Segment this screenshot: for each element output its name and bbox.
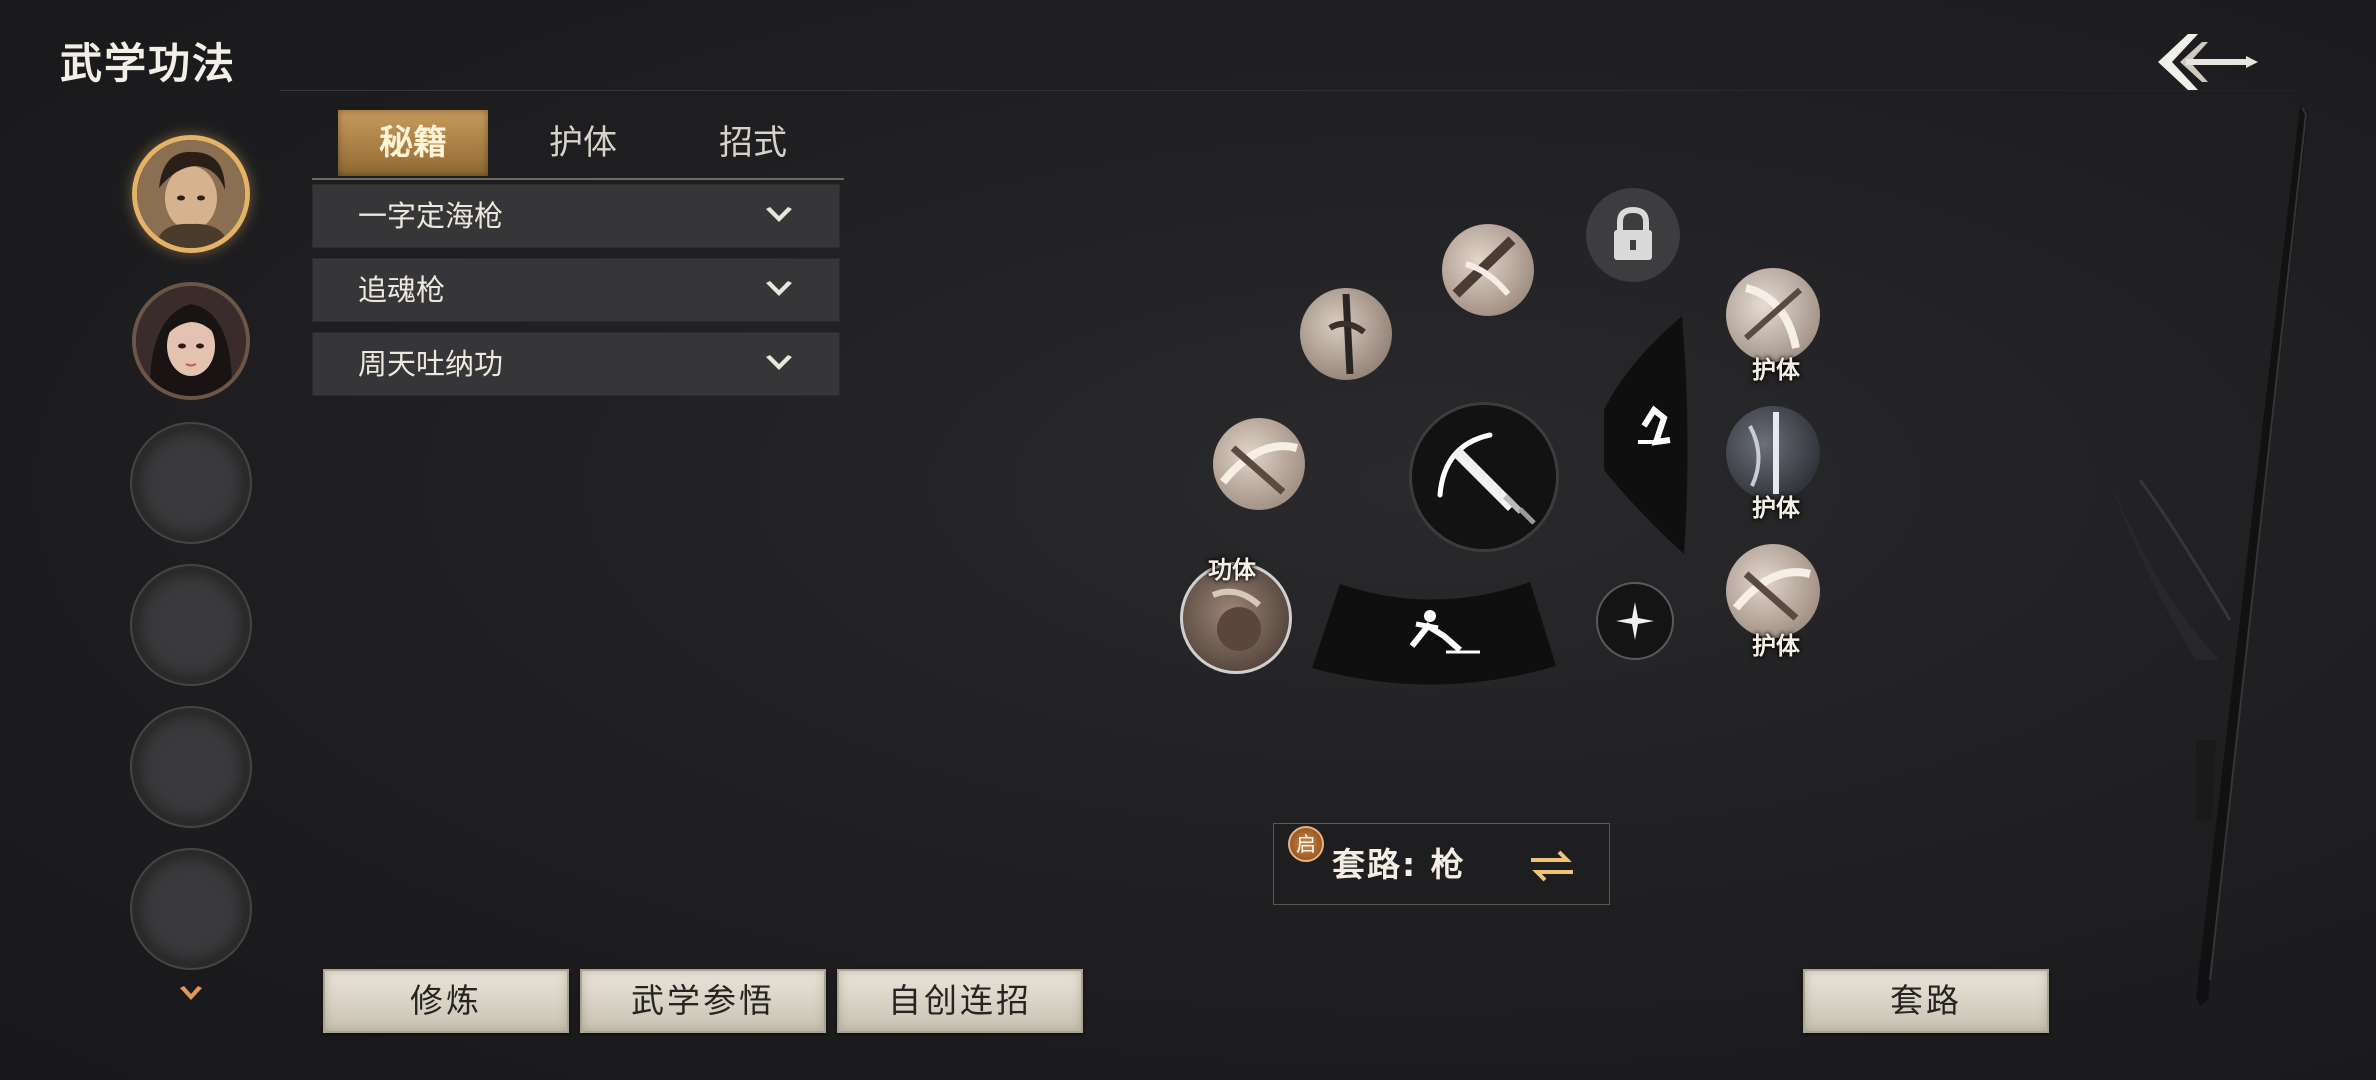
list-item-label: 一字定海枪: [358, 199, 504, 233]
tab-secret-manuals[interactable]: 秘籍: [338, 110, 488, 176]
lock-icon: [1614, 206, 1652, 260]
sword-icon: [1437, 432, 1536, 525]
skill-orb[interactable]: [1442, 224, 1534, 316]
skill-orb[interactable]: [1300, 288, 1392, 380]
routine-text: 套路: 枪: [1332, 845, 1466, 884]
list-item[interactable]: 追魂枪: [312, 258, 840, 322]
character-slot-3-empty[interactable]: [132, 424, 250, 542]
character-slot-6-empty[interactable]: [132, 850, 250, 968]
blade-skill-icon: [1748, 412, 1779, 494]
male-hero-portrait: [137, 140, 245, 248]
routine-button[interactable]: 套路: [1803, 969, 2049, 1033]
skill-orb[interactable]: [1726, 268, 1820, 362]
skill-orb[interactable]: [1726, 406, 1820, 500]
swirl-skill-icon: [1219, 442, 1299, 495]
swap-icon[interactable]: [1527, 848, 1577, 884]
skill-orb[interactable]: [1213, 418, 1305, 510]
chevron-down-icon[interactable]: [178, 984, 204, 1004]
back-arrow-icon: [2158, 34, 2258, 90]
chevron-down-icon: [766, 355, 792, 370]
routine-selector[interactable]: 启 套路: 枪: [1273, 823, 1610, 905]
character-slot-1[interactable]: [132, 135, 250, 253]
routine-badge: 启: [1288, 826, 1324, 862]
character-slot-2[interactable]: [132, 282, 250, 400]
custom-combo-button[interactable]: 自创连招: [837, 969, 1083, 1033]
spear-decoration: [2100, 100, 2320, 1030]
sweep-skill-icon: [1732, 568, 1812, 621]
tab-bar: 秘籍 护体 招式: [312, 110, 844, 180]
list-item-label: 追魂枪: [358, 273, 446, 307]
ribbon-skill-icon: [1744, 284, 1802, 349]
header-divider: [280, 90, 2296, 91]
dash-skill-button[interactable]: [1312, 576, 1556, 688]
skill-wheel: 功体 护体 护体 护体: [1160, 180, 1860, 700]
spear-skill-icon: [1328, 293, 1366, 375]
skill-orb-label: 功体: [1208, 556, 1256, 584]
sparkle-icon: [1616, 602, 1654, 640]
list-item[interactable]: 一字定海枪: [312, 184, 840, 248]
locked-skill-slot[interactable]: [1586, 188, 1680, 282]
aim-button[interactable]: [1596, 582, 1674, 660]
cultivate-button[interactable]: 修炼: [323, 969, 569, 1033]
list-item-label: 周天吐纳功: [358, 347, 504, 381]
female-hero-portrait: [136, 286, 246, 396]
strike-skill-icon: [1452, 236, 1516, 298]
center-skill-orb[interactable]: [1409, 402, 1559, 552]
character-slot-5-empty[interactable]: [132, 708, 250, 826]
list-item[interactable]: 周天吐纳功: [312, 332, 840, 396]
chevron-down-icon: [766, 207, 792, 222]
skill-orb[interactable]: [1726, 544, 1820, 638]
martial-insight-button[interactable]: 武学参悟: [580, 969, 826, 1033]
tab-moves[interactable]: 招式: [678, 110, 828, 176]
skill-orb-label: 护体: [1752, 356, 1800, 384]
skill-orb-label: 护体: [1752, 494, 1800, 522]
character-slot-4-empty[interactable]: [132, 566, 250, 684]
jump-skill-button[interactable]: [1596, 310, 1706, 560]
tab-body-protection[interactable]: 护体: [508, 110, 658, 176]
back-button[interactable]: [2150, 22, 2260, 102]
page-title: 武学功法: [60, 39, 237, 88]
skill-orb-label: 护体: [1752, 632, 1800, 660]
chevron-down-icon: [766, 281, 792, 296]
